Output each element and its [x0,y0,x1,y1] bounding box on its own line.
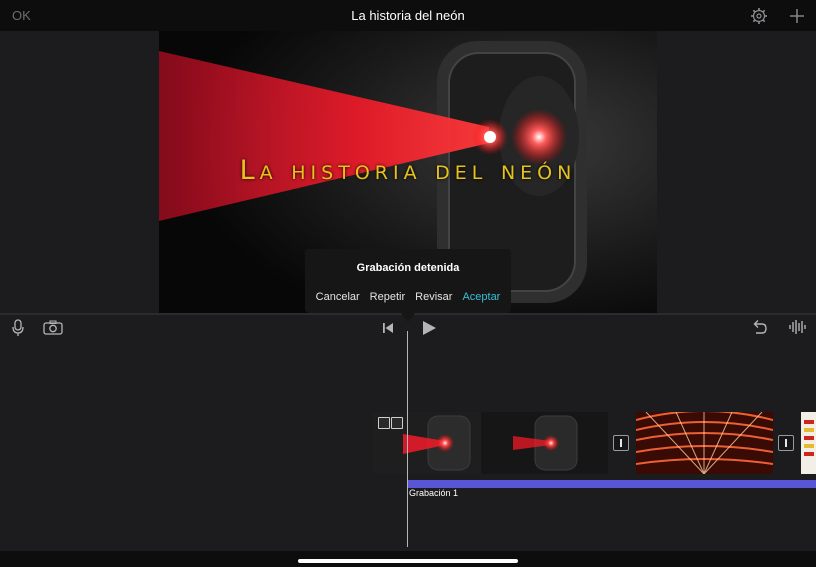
transition-icon[interactable] [613,435,629,451]
video-title-overlay: La historia del neón [239,155,577,186]
timeline-toolbar [0,315,816,341]
video-clip-neon-tunnel[interactable] [636,412,773,474]
plus-icon[interactable] [788,7,806,25]
review-button[interactable]: Revisar [415,291,452,303]
recording-stopped-popup: Grabación detenida Cancelar Repetir Revi… [305,249,511,313]
audio-recording-clip[interactable] [408,480,816,488]
accept-button[interactable]: Aceptar [462,291,500,303]
clip-thumbnail-partial [801,412,816,474]
audio-clip-label: Grabación 1 [409,488,459,498]
playhead[interactable] [407,331,408,547]
top-bar: OK La historia del neón [0,0,816,31]
transition-icon[interactable] [778,435,794,451]
cancel-button[interactable]: Cancelar [316,291,360,303]
skip-to-start-icon[interactable] [382,322,394,334]
video-clip-neon-laser[interactable] [373,412,608,474]
clip-thumbnails [373,412,608,474]
retake-button[interactable]: Repetir [370,291,405,303]
title-text-icon [391,417,403,429]
gear-icon[interactable] [750,7,768,25]
popup-actions: Cancelar Repetir Revisar Aceptar [305,291,511,303]
clip-settings-icon [378,417,390,429]
audio-waveform-icon[interactable] [788,319,806,335]
video-clip-partial[interactable] [801,412,816,474]
play-icon[interactable] [421,320,437,336]
clip-thumbnail-neon-tunnel [636,412,773,474]
project-title: La historia del neón [351,8,465,23]
popup-title: Grabación detenida [356,262,460,274]
undo-icon[interactable] [751,319,768,335]
camera-icon[interactable] [43,320,63,335]
home-indicator [298,559,518,563]
microphone-icon[interactable] [11,319,25,337]
